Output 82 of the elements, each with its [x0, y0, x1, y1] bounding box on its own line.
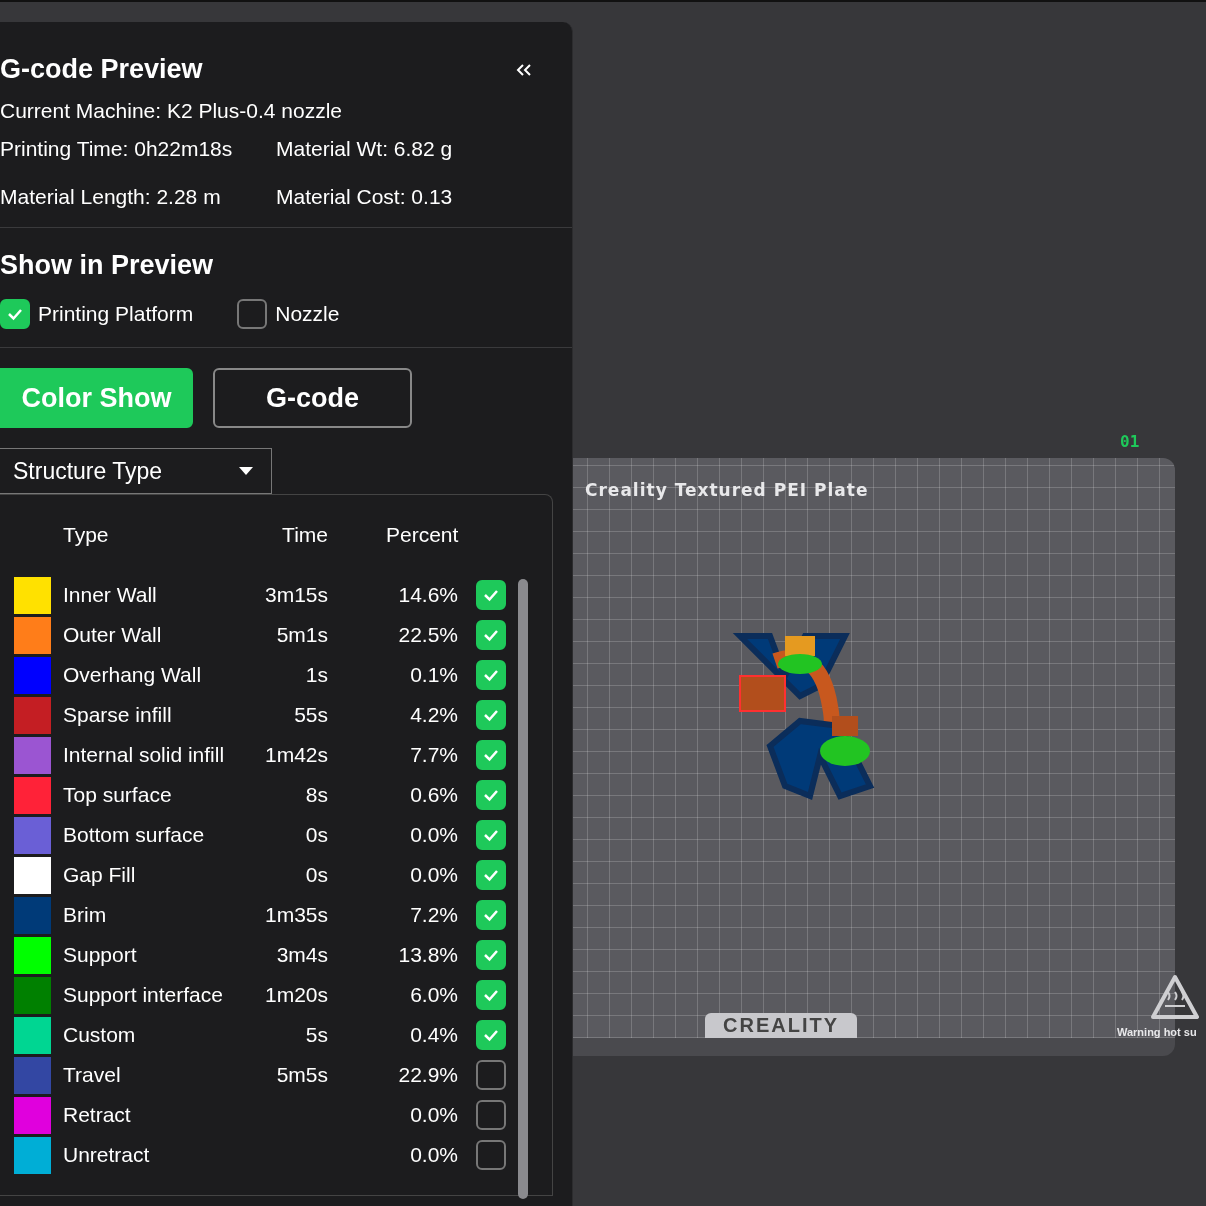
- percent-value: 7.2%: [409, 903, 458, 927]
- visibility-checkbox[interactable]: [476, 900, 506, 930]
- visibility-checkbox[interactable]: [476, 1020, 506, 1050]
- visibility-checkbox[interactable]: [476, 940, 506, 970]
- percent-value: 4.2%: [409, 703, 458, 727]
- visibility-checkbox[interactable]: [476, 1060, 506, 1090]
- type-name: Gap Fill: [63, 863, 137, 887]
- type-name: Brim: [63, 903, 108, 927]
- type-name: Top surface: [63, 783, 173, 807]
- option-label[interactable]: Printing Platform: [38, 302, 194, 326]
- percent-value: 0.4%: [409, 1023, 458, 1047]
- time-value: 1s: [305, 663, 328, 686]
- stat-label: Material Cost: 0.13: [276, 185, 454, 209]
- caret-icon: [239, 467, 253, 475]
- type-name: Support interface: [63, 983, 224, 1007]
- warning-label: Warning hot su: [1117, 1026, 1197, 1038]
- time-value: 1m35s: [264, 903, 328, 926]
- plate-number: 01: [1120, 432, 1140, 451]
- hot-surface-warning-icon: [1150, 974, 1200, 1020]
- plate-name: Creality Textured PEI Plate: [585, 480, 869, 500]
- collapse-icon[interactable]: [516, 63, 532, 76]
- type-name: Outer Wall: [63, 623, 163, 647]
- column-header: Type: [63, 523, 110, 547]
- type-name: Unretract: [63, 1143, 151, 1167]
- type-name: Custom: [63, 1023, 137, 1047]
- panel-title: G-code Preview: [0, 54, 203, 85]
- checkbox[interactable]: [0, 299, 30, 329]
- percent-value: 0.1%: [409, 663, 458, 687]
- time-value: 1m20s: [264, 983, 328, 1006]
- time-value: 1m42s: [264, 743, 328, 766]
- type-name: Bottom surface: [63, 823, 206, 847]
- section-title: Show in Preview: [0, 250, 215, 281]
- stat-label: Printing Time: 0h22m18s: [0, 137, 234, 161]
- percent-value: 13.8%: [397, 943, 458, 967]
- visibility-checkbox[interactable]: [476, 580, 506, 610]
- column-header: Time: [281, 523, 328, 547]
- machine-label: Current Machine: K2 Plus-0.4 nozzle: [0, 99, 343, 123]
- checkbox[interactable]: [237, 299, 268, 329]
- visibility-checkbox[interactable]: [476, 1140, 506, 1170]
- structure-type-dropdown[interactable]: Structure Type: [0, 448, 272, 494]
- percent-value: 6.0%: [409, 983, 458, 1007]
- visibility-checkbox[interactable]: [476, 1100, 506, 1130]
- plate-brand-label: CREALITY: [705, 1013, 857, 1038]
- time-value: 55s: [294, 703, 328, 726]
- visibility-checkbox[interactable]: [476, 980, 506, 1010]
- percent-value: 0.6%: [409, 783, 458, 807]
- type-name: Inner Wall: [63, 583, 158, 607]
- type-name: Support: [63, 943, 138, 967]
- visibility-checkbox[interactable]: [476, 780, 506, 810]
- column-header: Percent: [385, 523, 458, 547]
- option-label[interactable]: Nozzle: [275, 302, 340, 326]
- type-name: Retract: [63, 1103, 132, 1127]
- view-tab[interactable]: G-code: [213, 368, 412, 428]
- percent-value: 22.9%: [397, 1063, 458, 1087]
- visibility-checkbox[interactable]: [476, 740, 506, 770]
- type-name: Overhang Wall: [63, 663, 203, 687]
- percent-value: 14.6%: [397, 583, 458, 607]
- time-value: 0s: [305, 863, 328, 886]
- percent-value: 0.0%: [409, 863, 458, 887]
- visibility-checkbox[interactable]: [476, 820, 506, 850]
- percent-value: 0.0%: [409, 823, 458, 847]
- percent-value: 7.7%: [409, 743, 458, 767]
- visibility-checkbox[interactable]: [476, 860, 506, 890]
- type-name: Travel: [63, 1063, 122, 1087]
- type-name: Internal solid infill: [63, 743, 226, 767]
- visibility-checkbox[interactable]: [476, 620, 506, 650]
- time-value: 0s: [305, 823, 328, 846]
- time-value: 5m1s: [276, 623, 328, 646]
- visibility-checkbox[interactable]: [476, 700, 506, 730]
- time-value: 3m4s: [276, 943, 328, 966]
- percent-value: 0.0%: [409, 1143, 458, 1167]
- type-name: Sparse infill: [63, 703, 173, 727]
- time-value: 8s: [305, 783, 328, 806]
- stat-label: Material Length: 2.28 m: [0, 185, 222, 209]
- percent-value: 22.5%: [397, 623, 458, 647]
- time-value: 3m15s: [264, 583, 328, 606]
- scrollbar[interactable]: [518, 579, 528, 1199]
- percent-value: 0.0%: [409, 1103, 458, 1127]
- time-value: 5s: [305, 1023, 328, 1046]
- time-value: 5m5s: [276, 1063, 328, 1086]
- visibility-checkbox[interactable]: [476, 660, 506, 690]
- stat-label: Material Wt: 6.82 g: [276, 137, 454, 161]
